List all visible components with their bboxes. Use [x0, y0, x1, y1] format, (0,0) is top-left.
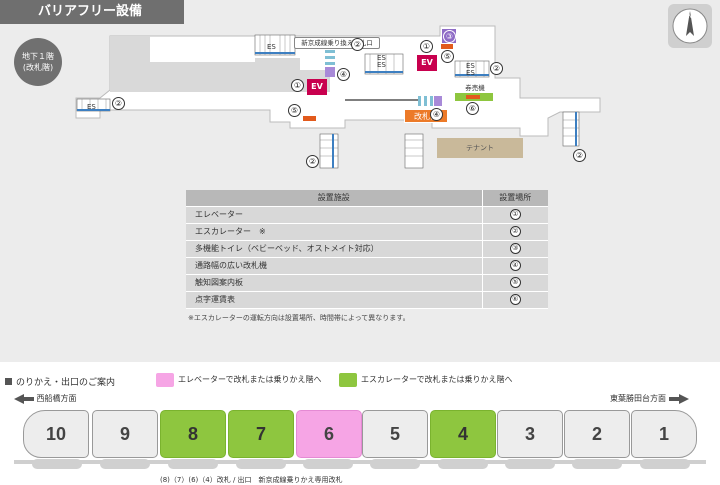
marker-1: ① [509, 209, 521, 220]
car-6: 6 [296, 410, 362, 458]
wheel-icon [505, 459, 555, 469]
escalator-label: ES [87, 103, 96, 111]
direction-east-label: 東葉勝田台方面 [610, 394, 666, 403]
transfer-section-title-text: のりかえ・出口のご案内 [16, 378, 116, 388]
elevator-icon: EV [307, 79, 327, 95]
wheel-icon [32, 459, 82, 469]
table-row: 多機能トイレ（ベビーベッド、オストメイト対応） ③ [186, 240, 548, 258]
marker-2: ② [112, 97, 125, 110]
facility-table: 設置施設 設置場所 エレベーター ① エスカレーター ※ ② 多機能トイレ（ベビ… [186, 190, 548, 309]
car-1: 1 [631, 410, 697, 458]
table-row: 点字運賃表 ⑥ [186, 291, 548, 309]
table-row: 通路幅の広い改札機 ④ [186, 257, 548, 275]
wheel-icon [438, 459, 488, 469]
car-10: 10 [23, 410, 89, 458]
facility-location: ② [481, 223, 548, 241]
marker-2: ② [306, 155, 319, 168]
facility-location: ④ [481, 257, 548, 275]
facility-location: ③ [481, 240, 548, 258]
transfer-section-title: のりかえ・出口のご案内 [5, 375, 115, 388]
escalator-label: ES [466, 69, 475, 77]
green-swatch-icon [339, 372, 357, 387]
facility-name: 触知図案内板 [186, 274, 482, 292]
table-row: 触知図案内板 ⑤ [186, 274, 548, 292]
shin-keisei-transfer-gate-label: 新京成線乗り換え改札口 [294, 37, 380, 49]
direction-west: 西船橋方面 [14, 393, 77, 405]
car-2: 2 [564, 410, 630, 458]
marker-3: ③ [509, 243, 521, 254]
station-map-panel: バリアフリー設備 地下１階 (改札階) N 新京成線乗り換え改札口 券売機 改札… [0, 0, 720, 362]
escalator-note: ※エスカレーターの運転方向は設置場所、時間帯によって異なります。 [188, 314, 410, 322]
facility-location: ⑤ [481, 274, 548, 292]
car-3: 3 [497, 410, 563, 458]
marker-1: ① [420, 40, 433, 53]
tenant-label: テナント [437, 138, 523, 158]
marker-4: ④ [337, 68, 350, 81]
facility-name: 点字運賃表 [186, 291, 482, 309]
arrow-left-icon [14, 393, 24, 404]
arrow-right-shaft-icon [668, 396, 679, 401]
column-header-location: 設置場所 [481, 190, 548, 207]
marker-5: ⑤ [509, 277, 521, 288]
ticket-machine-label: 券売機 [458, 84, 492, 93]
marker-2: ② [509, 226, 521, 237]
marker-2: ② [490, 62, 503, 75]
car-5: 5 [362, 410, 428, 458]
escalator-label: ES [267, 43, 276, 51]
car-9: 9 [92, 410, 158, 458]
table-row: エレベーター ① [186, 206, 548, 224]
car-4: 4 [430, 410, 496, 458]
arrow-left-shaft-icon [24, 396, 34, 401]
square-bullet-icon [5, 378, 12, 385]
facility-name: エスカレーター ※ [186, 223, 482, 241]
facility-name: 多機能トイレ（ベビーベッド、オストメイト対応） [186, 240, 482, 258]
elevator-icon: EV [417, 55, 437, 71]
marker-4: ④ [430, 108, 443, 121]
escalator-label: ES [377, 61, 386, 69]
car-7: 7 [228, 410, 294, 458]
wheel-icon [640, 459, 690, 469]
marker-4: ④ [509, 260, 521, 271]
marker-2: ② [573, 149, 586, 162]
facility-name: 通路幅の広い改札機 [186, 257, 482, 275]
table-row: エスカレーター ※ ② [186, 223, 548, 241]
legend-elevator: エレベーターで改札または乗りかえ階へ [156, 372, 322, 388]
direction-east: 東葉勝田台方面 [610, 393, 689, 405]
marker-3: ③ [443, 30, 456, 43]
wheel-icon [572, 459, 622, 469]
arrow-right-icon [678, 393, 689, 404]
column-header-facility: 設置施設 [186, 190, 482, 207]
direction-west-label: 西船橋方面 [36, 394, 77, 403]
facility-location: ⑥ [481, 291, 548, 309]
marker-6: ⑥ [509, 294, 521, 305]
floor-plan [75, 25, 601, 169]
wheel-icon [303, 459, 353, 469]
pink-swatch-icon [156, 372, 174, 387]
marker-6: ⑥ [466, 102, 479, 115]
wheel-icon [100, 459, 150, 469]
marker-5: ⑤ [288, 104, 301, 117]
wheel-icon [370, 459, 420, 469]
legend-elevator-text: エレベーターで改札または乗りかえ階へ [178, 375, 322, 384]
wheel-icon [236, 459, 286, 469]
table-header-row: 設置施設 設置場所 [186, 190, 548, 207]
legend-escalator-text: エスカレーターで改札または乗りかえ階へ [361, 375, 513, 384]
car-8: 8 [160, 410, 226, 458]
marker-5: ⑤ [441, 50, 454, 63]
wheel-icon [168, 459, 218, 469]
facility-name: エレベーター [186, 206, 482, 224]
exit-footnote: (8)（7）(6)（4）改札 / 出口 新京成線乗りかえ専用改札 [160, 476, 343, 484]
marker-2: ② [351, 38, 364, 51]
legend-escalator: エスカレーターで改札または乗りかえ階へ [339, 372, 513, 388]
marker-1: ① [291, 79, 304, 92]
facility-location: ① [481, 206, 548, 224]
